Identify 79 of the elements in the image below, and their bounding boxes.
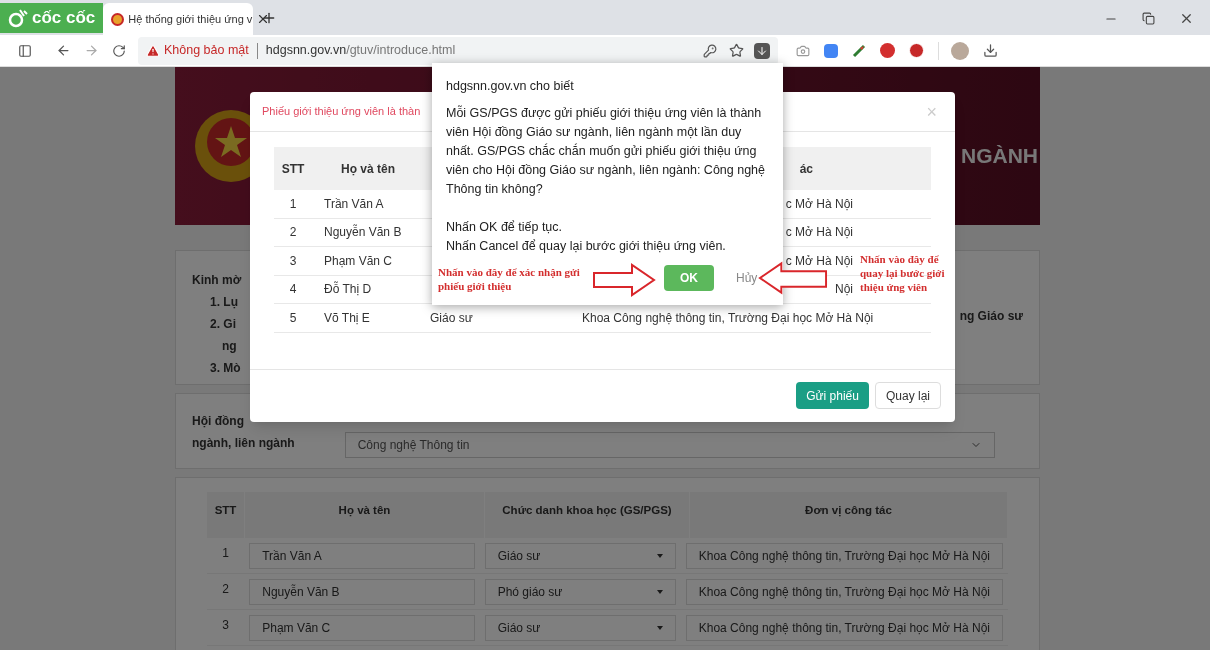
security-warning: Không bảo mật: [164, 42, 249, 60]
row-number: 3: [221, 617, 230, 634]
cancel-button[interactable]: Hủy: [736, 268, 758, 287]
right-arrow-icon: [592, 263, 656, 297]
table-cell-text: Đỗ Thị D: [323, 280, 373, 299]
alert-message: Nhấn OK để tiếp tục.: [446, 218, 564, 236]
table-cell-text: 4: [288, 281, 298, 299]
council-label: ngành, liên ngành: [192, 435, 295, 452]
table-cell-text: 2: [288, 224, 298, 242]
column-header: STT: [207, 492, 245, 538]
logo-icon: [8, 8, 28, 28]
table-cell-text: c Mở Hà Nội: [785, 252, 853, 270]
column-header: Đơn vị công tác: [690, 492, 1008, 538]
favicon-icon: [111, 12, 125, 26]
intro-item: 2. Gi: [209, 316, 237, 333]
brush-icon[interactable]: [852, 43, 866, 58]
table-cell-text: Khoa Công nghệ thông tin, Trường Đại học Mở Hà Nội: [582, 309, 874, 327]
downloads-icon[interactable]: [983, 43, 998, 58]
row-number: 2: [221, 581, 230, 598]
browser-logo[interactable]: cốc cốc: [0, 3, 104, 33]
bookmark-star-icon[interactable]: [729, 43, 744, 58]
name-field[interactable]: Trần Văn A: [249, 542, 475, 569]
table-cell-text: c Mở Hà Nội: [785, 195, 853, 213]
unit-field[interactable]: Khoa Công nghệ thông tin, Trường Đại học Mở Hà Nội: [685, 578, 1003, 605]
back-button[interactable]: Quay lại: [874, 382, 941, 409]
key-icon[interactable]: [703, 43, 717, 58]
table-cell-text: 5: [288, 309, 298, 327]
camera-icon[interactable]: [796, 43, 810, 58]
alert-message: Mỗi GS/PGS được gửi phiếu giới thiệu ứng viên là thành viên Hội đồng Giáo sư ngành, liên ngành một lần duy nhất. GS/PGS chắc chắn muốn gửi phiếu giới thiệu ứng viên cho Hội đồng Giáo sư ngành, liên ngành: Công nghệ Thông tin không?: [446, 104, 766, 198]
column-header: ác: [799, 160, 813, 178]
table-cell-text: Nguyễn Văn B: [323, 223, 403, 242]
row-number: 1: [221, 545, 230, 562]
close-window-icon[interactable]: [1179, 11, 1194, 26]
dropdown-caret-icon: [656, 589, 663, 594]
table-cell-text: 1: [288, 195, 298, 213]
table-cell-text: c Mở Hà Nội: [785, 224, 853, 242]
title-select[interactable]: Phó giáo sư: [484, 578, 676, 605]
reload-icon[interactable]: [112, 43, 126, 58]
table-cell-text: 3: [288, 252, 298, 270]
banner-title: NGÀNH: [961, 143, 1038, 170]
title-select[interactable]: Giáo sư: [484, 614, 676, 641]
unit-field[interactable]: Khoa Công nghệ thông tin, Trường Đại học Mở Hà Nội: [685, 542, 1003, 569]
download-icon[interactable]: [754, 42, 770, 59]
table-cell-text: Nội: [835, 281, 853, 299]
intro-text: Kinh mờ: [192, 272, 242, 289]
url-text: hdgsnn.gov.vn/gtuv/introduce.html: [265, 42, 456, 60]
restore-icon[interactable]: [1142, 12, 1155, 25]
title-select[interactable]: Giáo sư: [484, 542, 676, 569]
back-icon[interactable]: [56, 43, 71, 58]
table-cell-text: Võ Thị E: [323, 309, 371, 327]
table-cell-text: Phạm Văn C: [323, 252, 394, 270]
sidebar-icon[interactable]: [18, 43, 32, 58]
council-select[interactable]: Công nghệ Thông tin: [344, 432, 995, 458]
table-cell-text: Trần Văn A: [323, 195, 385, 213]
intro-item: 1. Lụ: [209, 294, 239, 311]
extension-icon[interactable]: [880, 43, 895, 58]
alert-message: Nhấn Cancel để quay lại bước giới thiệu ứng viên.: [446, 237, 727, 255]
annotation-text: Nhấn vào đây để xác nhận gửi phiếu giới thiệu: [438, 265, 581, 293]
name-field[interactable]: Nguyễn Văn B: [249, 578, 475, 605]
alert-origin: hdgsnn.gov.vn cho biết: [446, 78, 575, 95]
table-cell: Giáo sư: [430, 310, 473, 325]
dropdown-caret-icon: [656, 553, 663, 558]
submit-button[interactable]: Gửi phiếu: [796, 382, 869, 409]
ok-button[interactable]: OK: [664, 264, 714, 291]
address-bar[interactable]: Không bảo mật hdgsnn.gov.vn/gtuv/introduce.html: [138, 36, 778, 65]
intro-text: ng Giáo sư: [959, 308, 1023, 325]
name-field[interactable]: Phạm Văn C: [249, 614, 475, 641]
intro-item: ng: [221, 338, 238, 355]
council-label: Hội đồng: [192, 413, 245, 430]
annotation-text: Nhấn vào đây để quay lại bước giới thiệu ứng viên: [860, 252, 946, 294]
warning-icon: [146, 43, 160, 58]
column-header: Chức danh khoa học (GS/PGS): [485, 492, 690, 538]
unit-field[interactable]: Khoa Công nghệ thông tin, Trường Đại học Mở Hà Nội: [685, 614, 1003, 641]
intro-item: 3. Mò: [209, 360, 242, 377]
column-header: STT: [280, 160, 306, 178]
column-header: Họ và tên: [245, 492, 485, 538]
column-header: Họ và tên: [340, 160, 396, 178]
dropdown-caret-icon: [656, 625, 663, 630]
modal-title: Phiếu giới thiệu ứng viên là thàn: [262, 104, 421, 120]
